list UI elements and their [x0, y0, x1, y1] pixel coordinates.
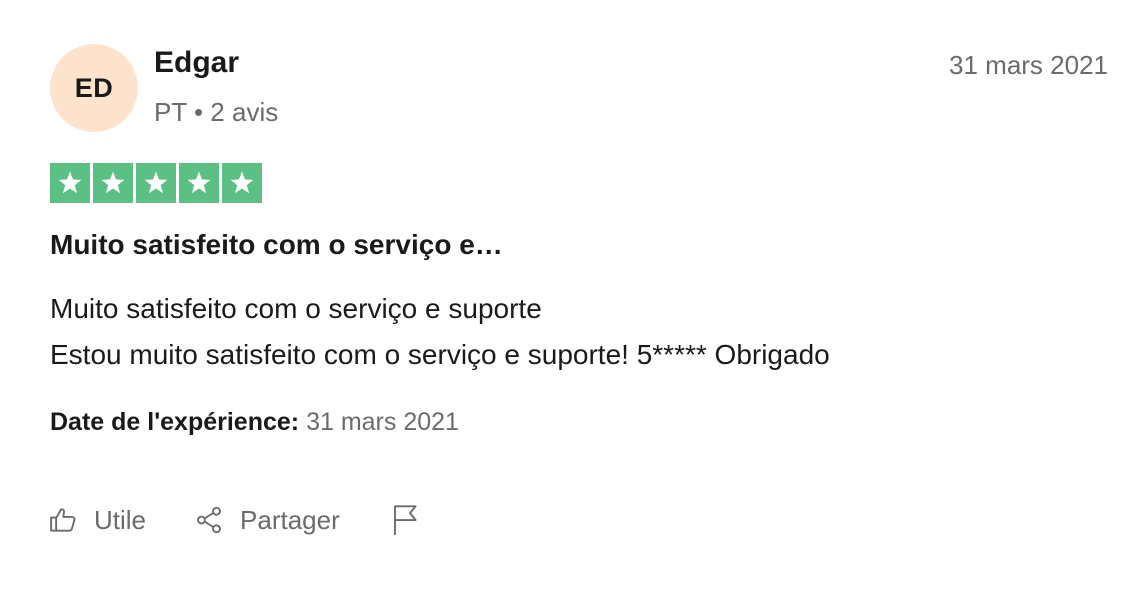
flag-icon — [390, 503, 420, 537]
share-icon — [194, 505, 224, 535]
star-icon — [222, 163, 262, 203]
star-icon — [136, 163, 176, 203]
useful-label: Utile — [94, 504, 147, 535]
thumbs-up-icon — [48, 505, 78, 535]
review-title[interactable]: Muito satisfeito com o serviço e… — [50, 229, 503, 261]
useful-button[interactable]: Utile — [48, 505, 146, 536]
review-card: ED Edgar PT • 2 avis 31 mars 2021 Muito … — [0, 0, 1140, 594]
review-body-line: Estou muito satisfeito com o serviço e s… — [50, 339, 830, 370]
star-icon — [50, 163, 90, 203]
share-label: Partager — [240, 504, 340, 535]
experience-label: Date de l'expérience: — [50, 408, 300, 436]
share-button[interactable]: Partager — [194, 505, 340, 536]
reviewer-name[interactable]: Edgar — [154, 46, 239, 80]
star-icon — [179, 163, 219, 203]
review-body-line: Muito satisfeito com o serviço e suporte — [50, 293, 542, 324]
report-button[interactable] — [390, 503, 420, 537]
reviewer-meta: PT • 2 avis — [154, 97, 279, 127]
avatar-initials: ED — [74, 72, 114, 103]
review-actions: Utile Partager — [48, 503, 420, 537]
star-rating — [50, 163, 262, 203]
star-icon — [93, 163, 133, 203]
experience-value: 31 mars 2021 — [306, 408, 459, 436]
avatar[interactable]: ED — [50, 44, 138, 132]
review-date: 31 mars 2021 — [949, 50, 1108, 80]
experience-date: Date de l'expérience: 31 mars 2021 — [50, 408, 459, 437]
review-body: Muito satisfeito com o serviço e suporte… — [50, 286, 830, 378]
